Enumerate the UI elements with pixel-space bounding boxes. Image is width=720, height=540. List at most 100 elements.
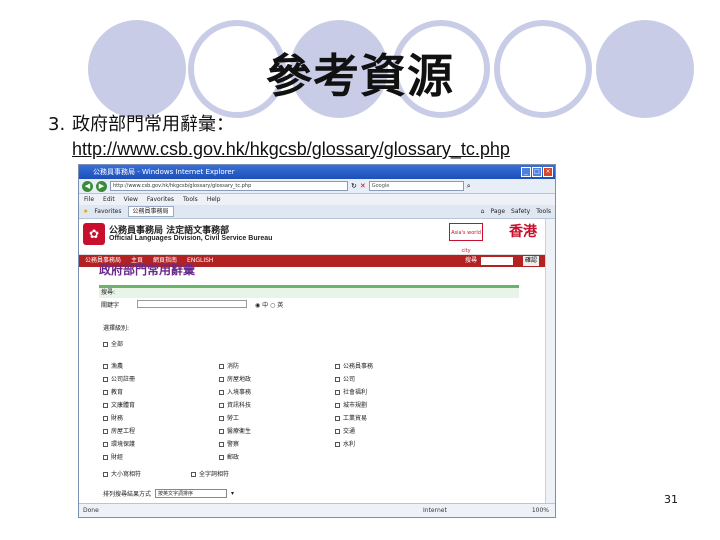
checkbox-icon [219, 416, 224, 421]
checkbox-icon [335, 377, 340, 382]
category-checkbox[interactable]: 文康體育 [103, 400, 219, 409]
category-checkbox[interactable]: 醫療衞生 [219, 426, 335, 435]
category-checkbox[interactable]: 警察 [219, 439, 335, 448]
match-case-label: 大小寫相符 [111, 471, 142, 478]
checkbox-icon [219, 442, 224, 447]
category-checkbox[interactable]: 交通 [335, 426, 451, 435]
checkbox-icon [335, 364, 340, 369]
checkbox-icon [103, 377, 108, 382]
checkbox-icon [335, 416, 340, 421]
category-checkbox[interactable]: 工業貿易 [335, 413, 451, 422]
category-checkbox[interactable]: 水利 [335, 439, 451, 448]
category-grid: 漁農 消防 公務員事務 公司註冊 房屋地政 公司 教育 入境事務 社會福利 文康… [103, 361, 453, 461]
checkbox-icon [103, 442, 108, 447]
whole-word-label: 全字詞相符 [199, 471, 230, 478]
category-label: 文康體育 [111, 402, 136, 409]
category-label: 財經 [111, 454, 124, 461]
category-checkbox[interactable]: 公司 [335, 374, 451, 383]
checkbox-icon [335, 429, 340, 434]
category-label: 環境保護 [111, 441, 136, 448]
category-label: 房屋地政 [227, 376, 252, 383]
category-label: 公司 [343, 376, 356, 383]
glossary-link[interactable]: http://www.csb.gov.hk/hkgcsb/glossary/gl… [72, 139, 510, 160]
status-bar: Done Internet 100% [79, 503, 555, 517]
category-label: 資訊科技 [227, 402, 252, 409]
category-checkbox[interactable]: 城市規劃 [335, 400, 451, 409]
category-label: 郵政 [227, 454, 240, 461]
sort-select[interactable]: 按英文字詞排序 [155, 489, 228, 498]
checkbox-icon [191, 472, 197, 477]
category-checkbox[interactable]: 勞工 [219, 413, 335, 422]
sort-row: 排列搜尋結果方式 按英文字詞排序 ▾ [103, 489, 234, 498]
checkbox-icon [103, 429, 108, 434]
filter-label: 選擇級別: [103, 325, 130, 332]
category-checkbox[interactable]: 房屋地政 [219, 374, 335, 383]
category-checkbox[interactable]: 資訊科技 [219, 400, 335, 409]
category-label: 交通 [343, 428, 356, 435]
status-text: Done [83, 507, 99, 514]
vertical-scrollbar[interactable] [545, 219, 555, 505]
checkbox-icon [219, 403, 224, 408]
checkbox-icon [103, 364, 108, 369]
browser-window: 公務員事務局 - Windows Internet Explorer _ □ ×… [78, 164, 556, 518]
checkbox-icon [219, 455, 224, 460]
checkbox-icon [103, 472, 108, 477]
category-label: 警察 [227, 441, 240, 448]
checkbox-icon [103, 342, 108, 347]
slide-title: 參考資源 [266, 49, 454, 103]
category-checkbox[interactable]: 入境事務 [219, 387, 335, 396]
all-checkbox[interactable]: 全部 [103, 339, 123, 348]
point-number: 3. [48, 114, 66, 135]
category-label: 醫療衞生 [227, 428, 252, 435]
category-checkbox[interactable]: 社會福利 [335, 387, 451, 396]
checkbox-icon [103, 416, 108, 421]
term-label: 關鍵字 [101, 301, 120, 309]
match-case-checkbox[interactable]: 大小寫相符 [103, 469, 141, 478]
category-label: 水利 [343, 441, 356, 448]
category-label: 消防 [227, 363, 240, 370]
category-label: 入境事務 [227, 389, 252, 396]
zoom-level[interactable]: 100% [532, 504, 549, 517]
page-heading: 政府部門常用辭彙 [99, 263, 196, 277]
category-checkbox[interactable]: 消防 [219, 361, 335, 370]
bullet-point: 3. 政府部門常用辭彙： [48, 110, 234, 136]
category-checkbox[interactable]: 環境保護 [103, 439, 219, 448]
checkbox-icon [103, 403, 108, 408]
checkbox-icon [335, 442, 340, 447]
term-input[interactable] [137, 300, 248, 308]
category-label: 勞工 [227, 415, 240, 422]
checkbox-icon [219, 377, 224, 382]
language-radio[interactable]: ◉ 中 ○ 英 [255, 300, 283, 309]
panel-heading: 搜尋: [99, 288, 519, 298]
category-label: 公務員事務 [343, 363, 374, 370]
point-text: 政府部門常用辭彙： [72, 114, 234, 135]
category-label: 工業貿易 [343, 415, 368, 422]
category-checkbox[interactable]: 房屋工程 [103, 426, 219, 435]
category-checkbox[interactable]: 財務 [103, 413, 219, 422]
checkbox-icon [219, 429, 224, 434]
sort-label: 排列搜尋結果方式 [103, 491, 152, 498]
security-zone: Internet [423, 507, 447, 514]
category-label: 財務 [111, 415, 124, 422]
category-checkbox[interactable]: 教育 [103, 387, 219, 396]
glossary-form: 政府部門常用辭彙 搜尋: 關鍵字 ◉ 中 ○ 英 選擇級別: 全部 漁農 消防 … [79, 165, 555, 517]
category-checkbox[interactable]: 公務員事務 [335, 361, 451, 370]
chevron-down-icon[interactable]: ▾ [231, 490, 234, 497]
category-checkbox[interactable]: 公司註冊 [103, 374, 219, 383]
checkbox-icon [219, 364, 224, 369]
checkbox-icon [219, 390, 224, 395]
match-options: 大小寫相符 全字詞相符 [103, 469, 229, 478]
checkbox-icon [103, 390, 108, 395]
checkbox-icon [335, 390, 340, 395]
whole-word-checkbox[interactable]: 全字詞相符 [191, 469, 229, 478]
category-checkbox[interactable]: 郵政 [219, 452, 335, 461]
category-label: 漁農 [111, 363, 124, 370]
category-label: 城市規劃 [343, 402, 368, 409]
checkbox-icon [103, 455, 108, 460]
search-panel: 搜尋: 關鍵字 ◉ 中 ○ 英 [99, 285, 519, 310]
category-checkbox[interactable]: 漁農 [103, 361, 219, 370]
slide-page-number: 31 [664, 493, 678, 506]
category-checkbox[interactable]: 財經 [103, 452, 219, 461]
category-label: 房屋工程 [111, 428, 136, 435]
category-label: 教育 [111, 389, 124, 396]
